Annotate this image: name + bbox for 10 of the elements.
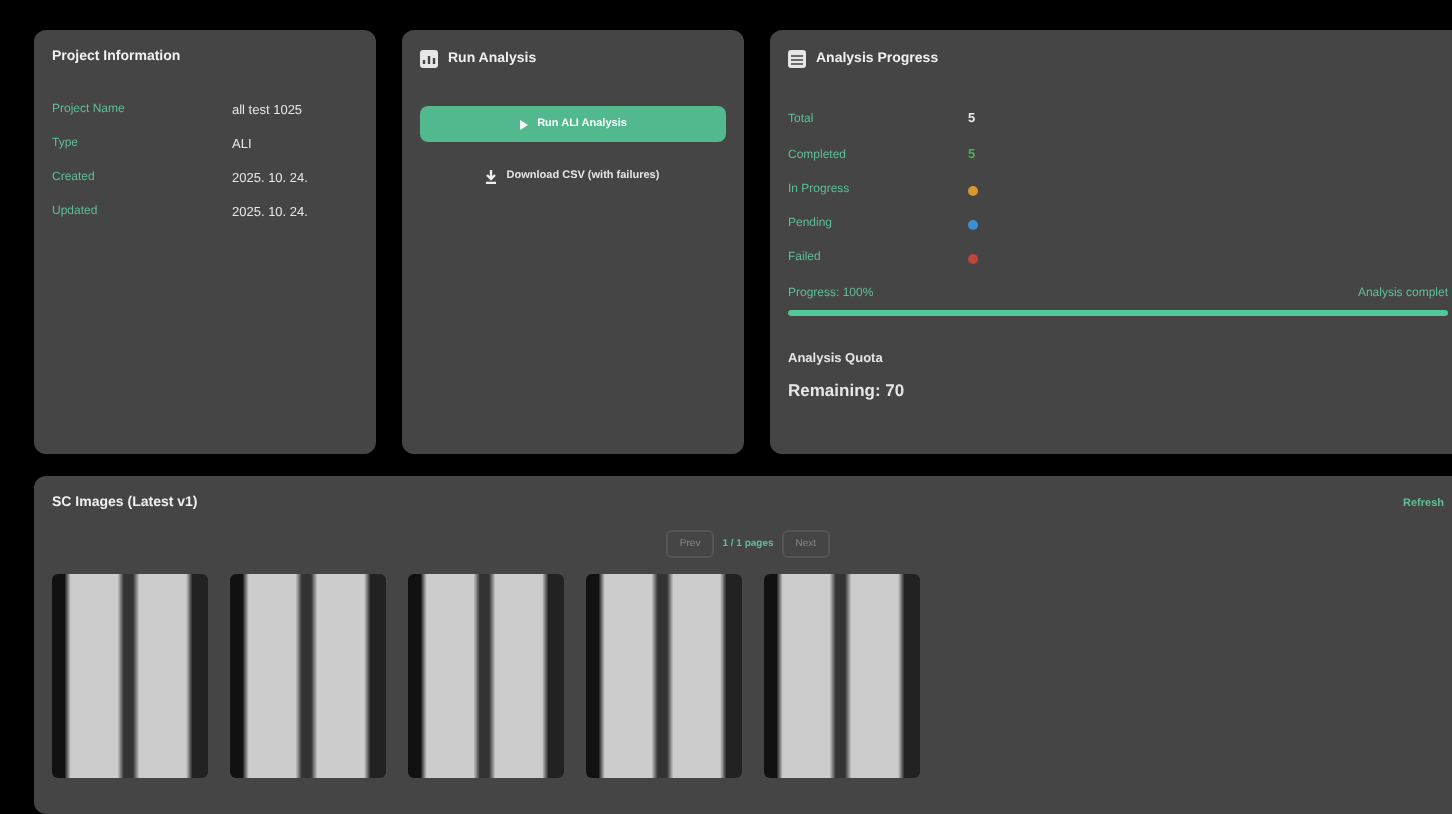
list-icon: [788, 50, 806, 68]
xray-photo-placeholder[interactable]: [408, 574, 564, 778]
quota-remaining: Remaining: 70: [788, 380, 907, 400]
xray-photo-placeholder[interactable]: [230, 574, 386, 778]
play-icon: [519, 119, 528, 129]
xray-photo-placeholder[interactable]: [586, 574, 742, 778]
xray-photo-placeholder[interactable]: [52, 574, 208, 778]
chart-icon: [420, 50, 438, 68]
xray-photo-placeholder[interactable]: [764, 574, 920, 778]
download-icon: [486, 169, 497, 183]
